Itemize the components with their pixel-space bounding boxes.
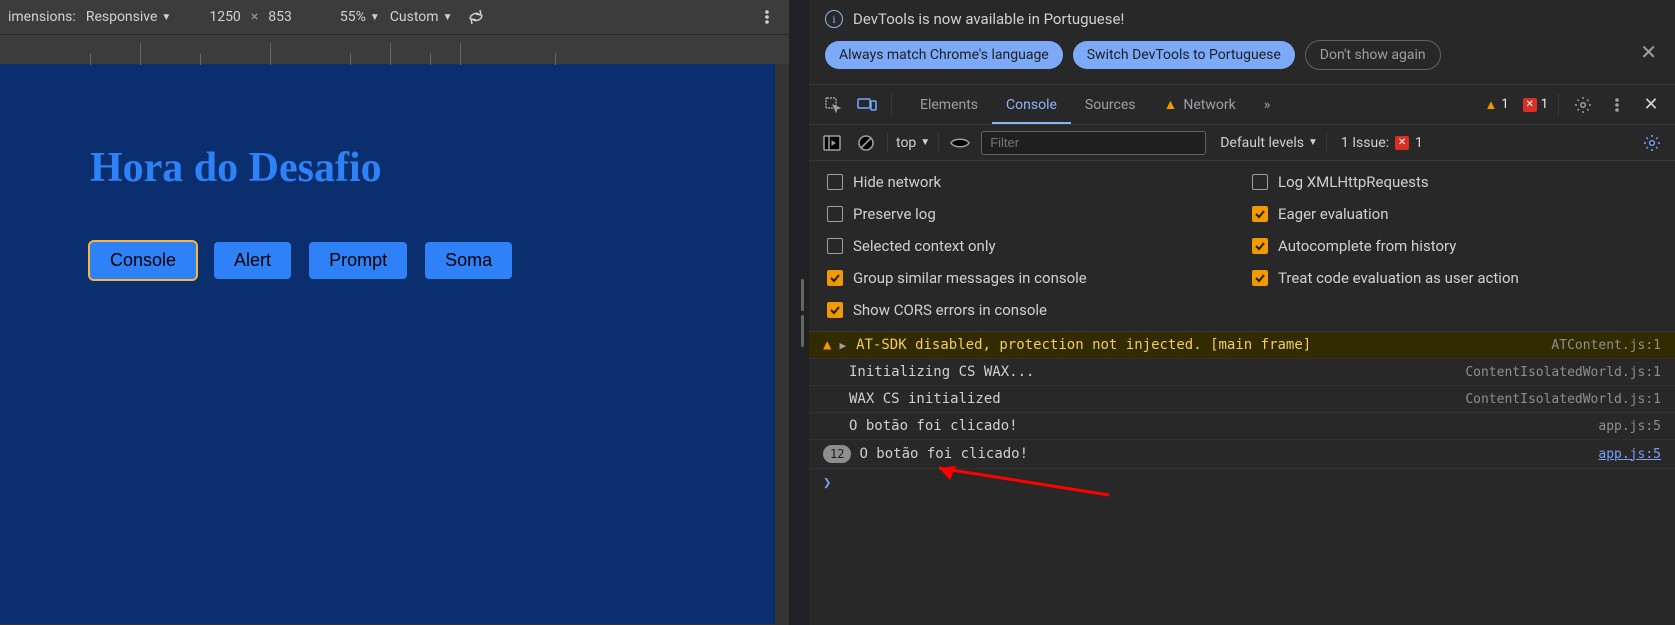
console-settings: Hide network Log XMLHttpRequests Preserv… [809,161,1675,332]
error-count[interactable]: ✕ 1 [1523,97,1548,112]
page-area: Hora do Desafio Console Alert Prompt Som… [0,64,789,625]
message-source[interactable]: ContentIsolatedWorld.js:1 [1465,392,1661,407]
gear-icon[interactable] [1569,91,1597,119]
height-input[interactable]: 853 [268,9,292,25]
inspect-icon[interactable] [819,91,847,119]
chevron-down-icon: ▼ [443,12,453,23]
console-message: O botão foi clicado! app.js:5 [809,413,1675,440]
kebab-menu-icon[interactable] [753,3,781,31]
log-levels-dropdown[interactable]: Default levels ▼ [1220,135,1318,151]
devtools-tabs: Elements Console Sources ▲ Network » ▲ 1… [809,85,1675,125]
chevron-right-icon: ❯ [823,475,831,491]
message-text: WAX CS initialized [849,391,1001,407]
page-title: Hora do Desafio [90,144,735,192]
prompt-button[interactable]: Prompt [309,242,407,279]
chevron-down-icon: ▼ [1308,137,1318,148]
treat-code-checkbox[interactable]: Treat code evaluation as user action [1252,269,1657,287]
dimension-separator: × [251,9,258,25]
match-language-button[interactable]: Always match Chrome's language [825,41,1063,69]
message-text: Initializing CS WAX... [849,364,1034,380]
ruler [0,34,789,64]
console-message: 12 O botão foi clicado! app.js:5 [809,440,1675,469]
responsive-mode-value: Responsive [86,9,158,25]
rotate-icon[interactable] [462,3,490,31]
autocomplete-checkbox[interactable]: Autocomplete from history [1252,237,1657,255]
button-row: Console Alert Prompt Soma [90,242,735,279]
banner-message: DevTools is now available in Portuguese! [853,10,1124,28]
tabs-overflow[interactable]: » [1250,85,1285,124]
chevron-down-icon: ▼ [370,12,380,23]
issues-indicator[interactable]: 1 Issue: ✕ 1 [1341,135,1423,151]
switch-language-button[interactable]: Switch DevTools to Portuguese [1073,41,1295,69]
dimensions-label: imensions: [8,9,76,25]
clear-console-icon[interactable] [853,130,879,156]
console-message: WAX CS initialized ContentIsolatedWorld.… [809,386,1675,413]
console-toolbar: top ▼ Default levels ▼ 1 Issue: ✕ 1 [809,125,1675,161]
zoom-dropdown[interactable]: 55% ▼ [340,9,380,25]
message-text: AT-SDK disabled, protection not injected… [856,337,1311,353]
info-icon: i [825,10,843,28]
gear-icon[interactable] [1639,130,1665,156]
show-cors-checkbox[interactable]: Show CORS errors in console [827,301,1232,319]
console-messages: ▲ ▶ AT-SDK disabled, protection not inje… [809,332,1675,625]
error-square-icon: ✕ [1395,136,1409,150]
close-icon[interactable]: ✕ [1637,91,1665,119]
responsive-preview: imensions: Responsive ▼ 1250 × 853 55% ▼… [0,0,795,625]
warning-count[interactable]: ▲ 1 [1485,97,1509,113]
warning-triangle-icon: ▲ [1485,97,1498,113]
device-toolbar: imensions: Responsive ▼ 1250 × 853 55% ▼… [0,0,789,34]
preserve-log-checkbox[interactable]: Preserve log [827,205,1232,223]
close-icon[interactable]: ✕ [1640,40,1657,64]
console-message: Initializing CS WAX... ContentIsolatedWo… [809,359,1675,386]
expand-caret-icon[interactable]: ▶ [839,339,846,352]
live-expression-icon[interactable] [947,130,973,156]
console-button[interactable]: Console [90,242,196,279]
zoom-value: 55% [340,9,366,25]
eager-eval-checkbox[interactable]: Eager evaluation [1252,205,1657,223]
message-source[interactable]: ATContent.js:1 [1551,338,1661,353]
device-icon[interactable] [853,91,881,119]
soma-button[interactable]: Soma [425,242,512,279]
console-prompt[interactable]: ❯ [809,469,1675,497]
alert-button[interactable]: Alert [214,242,291,279]
page-frame: Hora do Desafio Console Alert Prompt Som… [0,64,775,624]
warning-triangle-icon: ▲ [823,337,831,353]
hide-network-checkbox[interactable]: Hide network [827,173,1232,191]
tab-network[interactable]: ▲ Network [1150,85,1250,124]
message-source-link[interactable]: app.js:5 [1598,447,1661,462]
filter-input[interactable] [981,131,1206,155]
message-source[interactable]: app.js:5 [1598,419,1661,434]
warning-triangle-icon: ▲ [1164,96,1178,113]
error-square-icon: ✕ [1523,98,1537,112]
kebab-menu-icon[interactable] [1603,91,1631,119]
tab-sources[interactable]: Sources [1071,85,1150,124]
context-selector[interactable]: top ▼ [896,135,930,151]
group-similar-checkbox[interactable]: Group similar messages in console [827,269,1232,287]
throttle-dropdown[interactable]: Custom ▼ [390,9,453,25]
responsive-mode-dropdown[interactable]: Responsive ▼ [86,9,172,25]
width-input[interactable]: 1250 [209,9,240,25]
chevron-down-icon: ▼ [920,137,930,148]
tab-console[interactable]: Console [992,85,1071,124]
message-text: O botão foi clicado! [849,418,1018,434]
message-text: O botão foi clicado! [859,446,1028,462]
tab-elements[interactable]: Elements [906,85,992,124]
devtools-panel: i DevTools is now available in Portugues… [809,0,1675,625]
repeat-count-badge: 12 [823,445,851,463]
dont-show-button[interactable]: Don't show again [1305,40,1441,70]
message-source[interactable]: ContentIsolatedWorld.js:1 [1465,365,1661,380]
sidebar-toggle-icon[interactable] [819,130,845,156]
language-banner: i DevTools is now available in Portugues… [809,0,1675,85]
selected-context-checkbox[interactable]: Selected context only [827,237,1232,255]
log-xhr-checkbox[interactable]: Log XMLHttpRequests [1252,173,1657,191]
throttle-value: Custom [390,9,439,25]
panel-resizer[interactable] [795,0,809,625]
console-message-warning: ▲ ▶ AT-SDK disabled, protection not inje… [809,332,1675,359]
chevron-down-icon: ▼ [161,12,171,23]
